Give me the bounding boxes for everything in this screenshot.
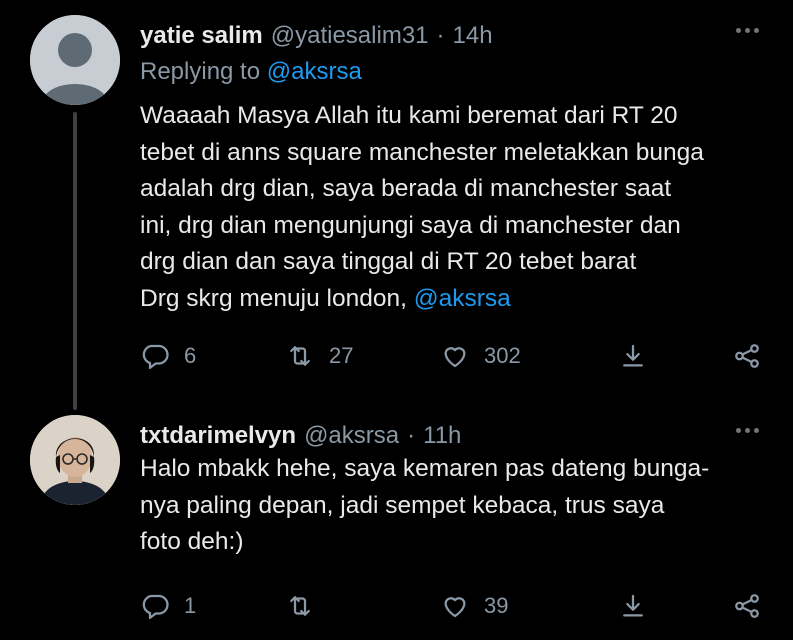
heart-icon [444, 347, 466, 368]
tweet-text-segment: Drg skrg menuju london, [140, 284, 414, 312]
tweet-text-line: foto deh:) [140, 528, 244, 556]
tweet-text-line: nya paling depan, jadi sempet kebaca, tr… [140, 491, 665, 519]
tweet-text-line: tebet di anns square manchester meletakk… [140, 138, 704, 166]
tweet-text: Waaaah Masya Allah itu kami beremat dari… [140, 98, 780, 318]
speech-bubble-icon [142, 344, 169, 369]
retweet-button[interactable] [285, 588, 329, 624]
timestamp[interactable]: 11h [423, 422, 461, 450]
retweet-button[interactable]: 27 [285, 338, 353, 374]
share-button[interactable] [618, 338, 648, 374]
tweet-text-line: Halo mbakk hehe, saya kemaren pas dateng… [140, 455, 710, 482]
replying-to: Replying to @aksrsa [140, 58, 362, 86]
thread-line [73, 112, 77, 402]
download-arrow-icon [623, 344, 643, 367]
user-handle[interactable]: @yatiesalim31 [271, 22, 429, 50]
share-nodes-icon [735, 344, 759, 368]
separator-dot: · [436, 22, 445, 49]
tweet-header: txtdarimelvyn @aksrsa · 11h [140, 418, 461, 454]
tweet-header: yatie salim @yatiesalim31 · 14h [140, 18, 493, 54]
reply-button[interactable]: 6 [140, 338, 196, 374]
more-options-icon[interactable] [736, 428, 759, 433]
reply-count: 6 [184, 343, 197, 368]
heart-icon [444, 597, 466, 618]
retweet-count: 27 [329, 343, 354, 368]
like-button[interactable]: 39 [440, 588, 508, 624]
tweet-text-line: ini, drg dian mengunjungi saya di manche… [140, 211, 681, 239]
download-arrow-icon [623, 594, 643, 617]
replying-to-mention[interactable]: @aksrsa [267, 58, 362, 85]
retweet-icon [290, 596, 310, 616]
avatar[interactable] [30, 15, 120, 105]
tweet-text: Halo mbakk hehe, saya kemaren pas dateng… [140, 451, 780, 561]
body-mention[interactable]: @aksrsa [414, 285, 511, 312]
default-avatar-icon [30, 15, 120, 105]
avatar[interactable] [30, 415, 120, 505]
share-nodes-icon [735, 594, 759, 618]
share-button[interactable] [618, 588, 648, 624]
reply-count: 1 [184, 593, 197, 618]
like-count: 302 [484, 343, 521, 368]
tweet-text-line: drg dian dan saya tinggal di RT 20 tebet… [140, 248, 637, 276]
timestamp[interactable]: 14h [453, 22, 493, 50]
tweet[interactable]: txtdarimelvyn @aksrsa · 11h Halo mbakk h… [0, 400, 793, 640]
user-handle[interactable]: @aksrsa [304, 422, 399, 450]
display-name[interactable]: txtdarimelvyn [140, 422, 296, 450]
thread-line [73, 400, 77, 410]
replying-to-label: Replying to [140, 58, 261, 85]
reply-button[interactable]: 1 [140, 588, 196, 624]
separator-dot: · [407, 422, 416, 449]
tweet-text-line: Waaaah Masya Allah itu kami beremat dari… [140, 102, 678, 129]
share-menu-button[interactable] [732, 588, 762, 624]
action-bar: 6 27 302 [140, 338, 770, 374]
speech-bubble-icon [142, 594, 169, 619]
more-options-icon[interactable] [736, 28, 759, 33]
like-count: 39 [484, 593, 509, 618]
profile-photo [30, 415, 120, 505]
display-name[interactable]: yatie salim [140, 22, 263, 50]
tweet-text-line: Drg skrg menuju london, @aksrsa [140, 281, 780, 318]
like-button[interactable]: 302 [440, 338, 521, 374]
share-menu-button[interactable] [732, 338, 762, 374]
action-bar: 1 39 [140, 588, 770, 624]
tweet-text-line: adalah drg dian, saya berada di manchest… [140, 175, 672, 203]
tweet[interactable]: yatie salim @yatiesalim31 · 14h Replying… [0, 0, 793, 402]
retweet-icon [290, 346, 310, 366]
